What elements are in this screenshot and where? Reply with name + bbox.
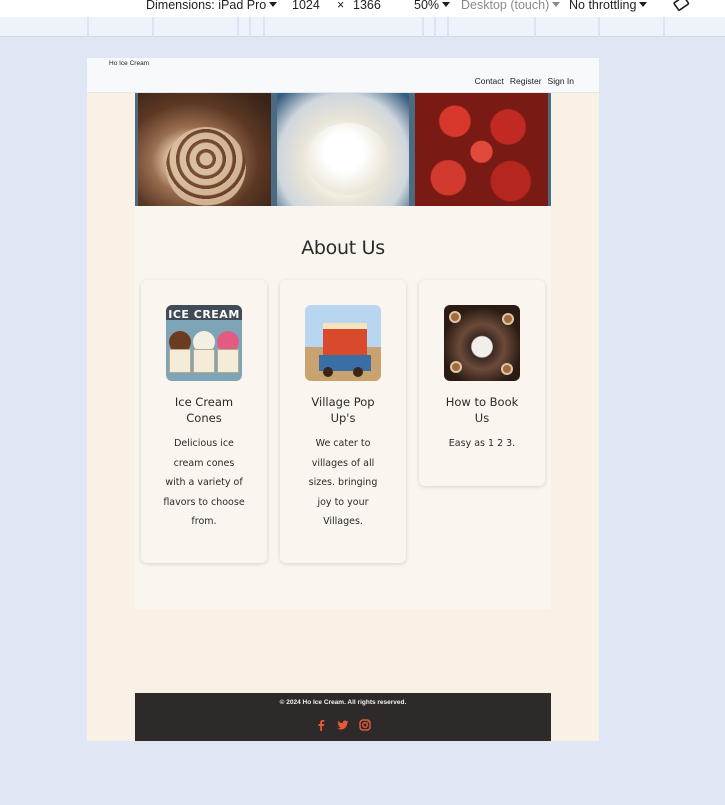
devtools-ruler bbox=[0, 17, 725, 37]
about-title: About Us bbox=[301, 237, 385, 259]
hero-strawberry-image bbox=[412, 93, 552, 206]
card-title: Ice Cream Cones bbox=[174, 395, 234, 425]
emulated-viewport: Ho Ice Cream Contact Register Sign In Ab… bbox=[87, 58, 599, 741]
chevron-down-icon bbox=[552, 2, 561, 7]
nav-signin-link[interactable]: Sign In bbox=[548, 76, 574, 86]
footer: © 2024 Ho Ice Cream. All rights reserved… bbox=[135, 693, 551, 741]
card-how-to-book[interactable]: How to Book Us Easy as 1 2 3. bbox=[419, 280, 545, 486]
times-label: × bbox=[337, 0, 345, 12]
card-title: Village Pop Up's bbox=[311, 395, 375, 425]
hero-banner bbox=[135, 93, 552, 206]
booking-dessert-image bbox=[444, 305, 520, 381]
twitter-icon[interactable] bbox=[337, 719, 349, 731]
chevron-down-icon bbox=[269, 2, 278, 7]
dimensions-dropdown[interactable]: Dimensions: iPad Pro bbox=[146, 0, 278, 12]
throttling-dropdown[interactable]: No throttling bbox=[569, 0, 648, 12]
chevron-down-icon bbox=[639, 2, 648, 7]
about-section: About Us ICE CREAM Ice Cream Cones Delic… bbox=[135, 206, 551, 609]
facebook-icon[interactable] bbox=[315, 719, 327, 731]
height-input[interactable]: 1366 bbox=[353, 0, 381, 12]
hero-chocolate-image bbox=[135, 93, 274, 206]
device-type-dropdown[interactable]: Desktop (touch) bbox=[461, 0, 561, 12]
width-input[interactable]: 1024 bbox=[292, 0, 320, 12]
village-cart-image bbox=[305, 305, 381, 381]
social-links bbox=[135, 719, 551, 731]
card-ice-cream-cones[interactable]: ICE CREAM Ice Cream Cones Delicious ice … bbox=[141, 280, 267, 563]
ice-cream-cones-image: ICE CREAM bbox=[166, 305, 242, 381]
devtools-toolbar: Dimensions: iPad Pro 1024 × 1366 50% Des… bbox=[0, 0, 725, 17]
card-text: Easy as 1 2 3. bbox=[448, 438, 516, 449]
zoom-dropdown[interactable]: 50% bbox=[414, 0, 451, 12]
card-title: How to Book Us bbox=[445, 395, 519, 425]
hero-vanilla-image bbox=[273, 93, 413, 206]
footer-copyright: © 2024 Ho Ice Cream. All rights reserved… bbox=[279, 699, 407, 706]
nav-register-link[interactable]: Register bbox=[510, 76, 542, 86]
brand-logo[interactable]: Ho Ice Cream bbox=[109, 60, 149, 67]
instagram-icon[interactable] bbox=[359, 719, 371, 731]
chevron-down-icon bbox=[442, 2, 451, 7]
card-text: We cater to villages of all sizes. bring… bbox=[308, 438, 378, 527]
nav-links: Contact Register Sign In bbox=[475, 76, 574, 86]
rotate-icon[interactable] bbox=[672, 0, 690, 13]
navbar: Ho Ice Cream Contact Register Sign In bbox=[87, 58, 599, 93]
card-village-pop-ups[interactable]: Village Pop Up's We cater to villages of… bbox=[280, 280, 406, 563]
card-text: Delicious ice cream cones with a variety… bbox=[163, 438, 245, 527]
nav-contact-link[interactable]: Contact bbox=[475, 76, 504, 86]
